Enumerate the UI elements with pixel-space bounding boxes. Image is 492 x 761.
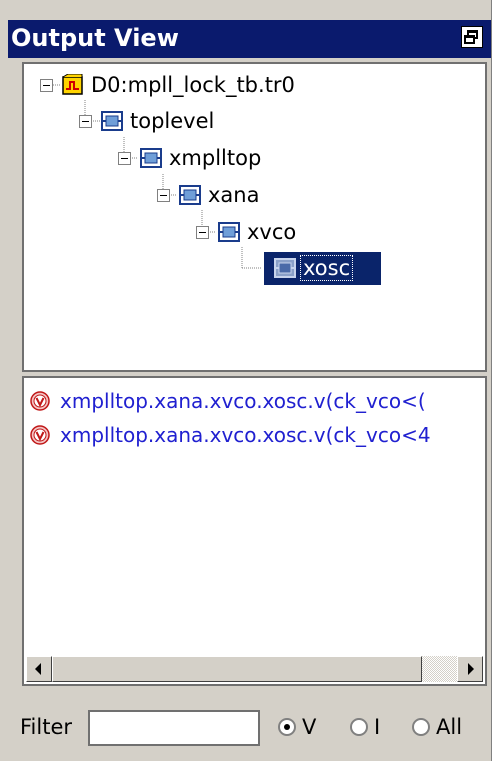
radio-option-v[interactable]: V [278, 715, 316, 739]
module-block-icon [101, 110, 123, 132]
collapse-toggle-icon[interactable] [79, 115, 92, 128]
tree-node-toplevel[interactable]: toplevel [24, 106, 484, 136]
tree-node-label: xosc [300, 255, 354, 281]
restore-window-button[interactable] [461, 26, 483, 48]
radio-label: I [374, 715, 381, 739]
tree-node-xosc[interactable]: xosc [24, 252, 484, 285]
output-signal-list[interactable]: xmplltop.xana.xvco.xosc.v(ck_vco<( xmpll… [22, 376, 487, 686]
tree-node-xvco[interactable]: xvco [24, 217, 484, 247]
module-block-icon [179, 184, 201, 206]
scroll-left-button[interactable] [26, 656, 52, 682]
tree-node-label: xmplltop [169, 146, 262, 170]
transient-file-icon [62, 73, 84, 96]
collapse-toggle-icon[interactable] [157, 189, 170, 202]
voltage-signal-icon [30, 425, 50, 445]
tree-node-xana[interactable]: xana [24, 180, 484, 210]
radio-option-i[interactable]: I [350, 715, 380, 739]
module-block-icon [140, 147, 162, 169]
voltage-signal-icon [30, 391, 50, 411]
tree-node-label: toplevel [130, 109, 215, 133]
radio-label: V [302, 715, 317, 739]
panel-title: Output View [11, 24, 179, 52]
radio-option-all[interactable]: All [412, 715, 462, 739]
horizontal-scrollbar[interactable] [26, 656, 483, 682]
scrollbar-thumb[interactable] [52, 656, 422, 682]
collapse-toggle-icon[interactable] [196, 226, 209, 239]
panel-title-bar[interactable]: Output View [8, 20, 491, 58]
radio-label: All [436, 715, 463, 739]
filter-input[interactable] [88, 710, 260, 746]
tree-node-label: D0:mpll_lock_tb.tr0 [91, 73, 295, 97]
filter-bar: Filter V I All [20, 705, 490, 751]
filter-label: Filter [20, 715, 73, 739]
radio-button-checked[interactable] [278, 718, 296, 736]
radio-button[interactable] [412, 718, 430, 736]
radio-button[interactable] [350, 718, 368, 736]
hierarchy-tree[interactable]: D0:mpll_lock_tb.tr0 toplevel xmplltop xa… [22, 62, 487, 372]
output-item[interactable]: xmplltop.xana.xvco.xosc.v(ck_vco<4 [30, 420, 431, 450]
tree-node-root[interactable]: D0:mpll_lock_tb.tr0 [24, 70, 484, 100]
module-block-icon [274, 257, 296, 279]
tree-node-xmplltop[interactable]: xmplltop [24, 143, 484, 173]
output-view-panel: Output View D0:mpll_lock_tb.tr0 toplevel… [0, 0, 492, 761]
collapse-toggle-icon[interactable] [40, 79, 53, 92]
arrow-left-icon [35, 663, 41, 675]
output-signal-text: xmplltop.xana.xvco.xosc.v(ck_vco<4 [60, 423, 431, 447]
output-item[interactable]: xmplltop.xana.xvco.xosc.v(ck_vco<( [30, 386, 426, 416]
tree-node-label: xana [208, 183, 260, 207]
tree-node-label: xvco [247, 220, 297, 244]
arrow-right-icon [468, 663, 474, 675]
module-block-icon [218, 221, 240, 243]
output-signal-text: xmplltop.xana.xvco.xosc.v(ck_vco<( [60, 389, 426, 413]
scroll-right-button[interactable] [457, 656, 483, 682]
collapse-toggle-icon[interactable] [118, 152, 131, 165]
